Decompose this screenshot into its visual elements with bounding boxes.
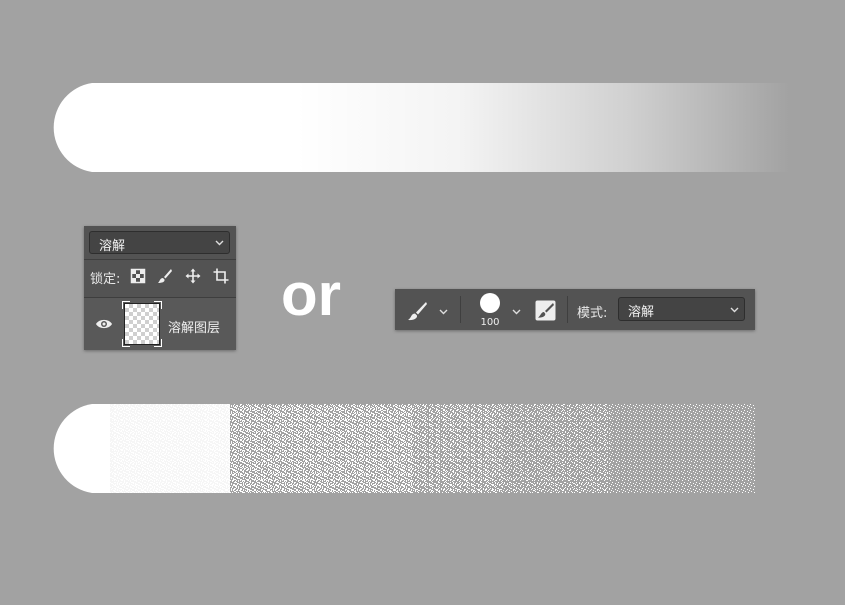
lock-label: 锁定:	[90, 272, 121, 287]
mode-label: 模式:	[577, 306, 608, 321]
layers-panel: 溶解 锁定: 溶解图层	[84, 226, 236, 350]
brush-options-bar: 100 模式: 溶解	[395, 289, 755, 330]
normal-brush-stroke	[53, 83, 790, 172]
separator	[460, 296, 461, 323]
brush-tip-icon[interactable]	[480, 293, 500, 313]
mode-select[interactable]: 溶解	[618, 297, 745, 321]
chevron-down-icon	[215, 240, 224, 246]
lock-transparent-pixels-icon[interactable]	[130, 268, 146, 284]
divider	[84, 259, 236, 260]
brush-panel-toggle-icon[interactable]	[535, 300, 556, 321]
layer-thumbnail-frame	[122, 301, 162, 347]
lock-position-icon[interactable]	[185, 268, 201, 284]
chevron-down-icon	[730, 307, 739, 313]
brush-size-label: 100	[480, 317, 500, 328]
eye-icon[interactable]	[95, 318, 113, 330]
separator	[567, 296, 568, 323]
dissolve-brush-stroke	[53, 404, 755, 493]
lock-row: 锁定:	[84, 262, 236, 288]
chevron-down-icon[interactable]	[512, 309, 521, 315]
mode-value: 溶解	[628, 305, 655, 320]
blend-mode-select[interactable]: 溶解	[89, 231, 230, 254]
lock-artboard-icon[interactable]	[213, 268, 229, 284]
brush-tool-icon[interactable]	[407, 301, 427, 321]
lock-image-pixels-icon[interactable]	[157, 268, 173, 284]
layer-name[interactable]: 溶解图层	[168, 317, 220, 336]
or-text: or	[281, 261, 341, 328]
chevron-down-icon[interactable]	[439, 309, 448, 315]
blend-mode-value: 溶解	[99, 239, 126, 254]
layer-row[interactable]: 溶解图层	[84, 298, 236, 350]
